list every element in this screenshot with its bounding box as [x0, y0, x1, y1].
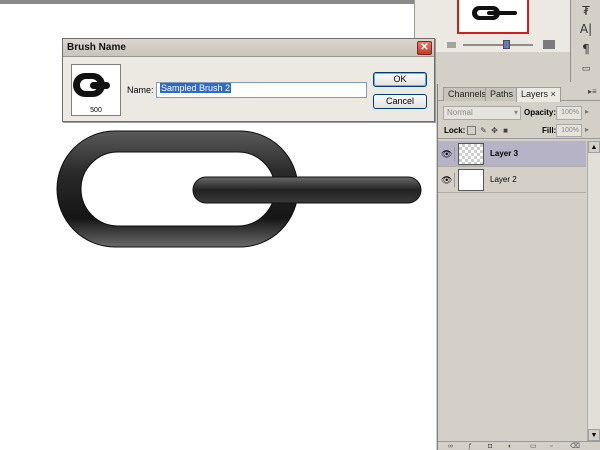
- fill-field[interactable]: 100%: [556, 124, 582, 137]
- paragraph-icon[interactable]: ¶: [577, 40, 595, 58]
- layer-row[interactable]: 👁 Layer 2: [438, 167, 586, 193]
- tab-paths[interactable]: Paths: [485, 87, 519, 101]
- chevron-down-icon: ▾: [513, 108, 518, 117]
- tab-layers[interactable]: Layers ×: [516, 87, 561, 102]
- lock-label: Lock:: [444, 126, 466, 135]
- dialog-titlebar[interactable]: Brush Name ✕: [63, 39, 434, 57]
- blend-row: Normal ▾ Opacity: 100% ▸: [438, 104, 600, 122]
- panel-icon-strip: ₮ A| ¶ ▭: [570, 0, 600, 82]
- layer-row[interactable]: 👁 Layer 3: [438, 141, 586, 167]
- new-group-icon[interactable]: ▭: [530, 443, 538, 450]
- ok-button[interactable]: OK: [373, 72, 427, 87]
- layer-style-icon[interactable]: ƒ: [468, 443, 476, 450]
- layer-mask-icon[interactable]: ◘: [488, 443, 496, 450]
- type-tool-icon[interactable]: A|: [577, 20, 595, 38]
- lock-all-icon[interactable]: ■: [501, 126, 510, 135]
- navigator-thumbnail[interactable]: [457, 0, 529, 34]
- zoom-out-icon[interactable]: [447, 42, 456, 48]
- brush-size-label: 500: [90, 107, 102, 114]
- delete-layer-icon[interactable]: ⌫: [570, 443, 580, 450]
- layer-name: Layer 2: [490, 175, 517, 184]
- brush-shape-icon: [73, 73, 110, 97]
- opacity-label: Opacity:: [524, 108, 557, 117]
- new-layer-icon[interactable]: ▫: [550, 443, 558, 450]
- layers-panel-footer: ∞ ƒ ◘ ◐ ▭ ▫ ⌫: [438, 441, 600, 450]
- selected-text: Sampled Brush 2: [160, 83, 232, 93]
- zoom-in-icon[interactable]: [543, 40, 555, 49]
- brush-name-dialog: Brush Name ✕ 500 Name: Sampled Brush 2 O…: [62, 38, 435, 122]
- layer-thumbnail: [458, 169, 484, 191]
- opacity-dropdown-icon[interactable]: ▸: [585, 107, 589, 116]
- adjustment-layer-icon[interactable]: ◐: [508, 443, 516, 450]
- tab-channels[interactable]: Channels: [443, 87, 492, 101]
- zoom-slider-thumb[interactable]: [503, 40, 511, 49]
- lock-image-brush-icon[interactable]: ✎: [479, 126, 488, 135]
- navigator-preview-icon: [472, 6, 517, 20]
- opacity-field[interactable]: 100%: [556, 106, 582, 120]
- panel-tab-bar: Channels Paths Layers × ▸≡: [438, 84, 600, 102]
- scroll-down-icon[interactable]: ▼: [588, 429, 600, 441]
- cancel-button[interactable]: Cancel: [373, 94, 427, 109]
- brush-name-input[interactable]: Sampled Brush 2: [156, 82, 367, 98]
- blend-mode-select[interactable]: Normal ▾: [443, 106, 521, 120]
- dialog-title: Brush Name: [67, 42, 126, 53]
- link-layers-icon[interactable]: ∞: [448, 443, 456, 450]
- navigator-zoom-slider[interactable]: [433, 40, 567, 50]
- name-label: Name:: [127, 85, 154, 95]
- canvas-top-border: [0, 0, 414, 4]
- fill-label: Fill:: [542, 126, 557, 135]
- close-button[interactable]: ✕: [417, 41, 432, 55]
- layers-panel: Channels Paths Layers × ▸≡ Normal ▾ Opac…: [437, 84, 600, 450]
- panel-menu-icon[interactable]: ▸≡: [588, 87, 597, 96]
- blend-mode-value: Normal: [447, 108, 473, 117]
- lock-transparency-icon[interactable]: [467, 126, 476, 135]
- fill-dropdown-icon[interactable]: ▸: [585, 125, 589, 134]
- character-panel-icon[interactable]: ₮: [577, 2, 595, 20]
- layers-scrollbar[interactable]: ▲ ▼: [587, 141, 600, 441]
- layer-name: Layer 3: [490, 149, 519, 158]
- layer-thumbnail: [458, 143, 484, 165]
- eye-visibility-icon[interactable]: 👁: [441, 147, 455, 161]
- brush-preview: 500: [71, 64, 121, 116]
- lock-position-icon[interactable]: ✥: [490, 126, 499, 135]
- scroll-up-icon[interactable]: ▲: [588, 141, 600, 153]
- link-bar: [192, 176, 422, 204]
- collapse-strip-icon[interactable]: ▭: [577, 60, 595, 78]
- close-icon: ✕: [420, 42, 429, 53]
- zoom-track[interactable]: [463, 44, 533, 46]
- navigator-panel: [414, 0, 570, 52]
- lock-row: Lock: ✎ ✥ ■ Fill: 100% ▸: [438, 123, 600, 139]
- eye-visibility-icon[interactable]: 👁: [441, 173, 455, 187]
